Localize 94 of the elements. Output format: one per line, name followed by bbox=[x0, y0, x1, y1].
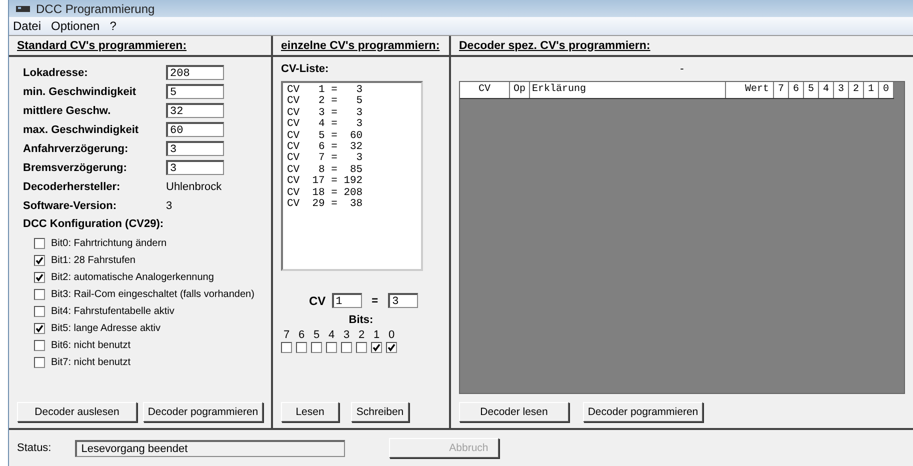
column-header[interactable]: 1 bbox=[864, 82, 879, 98]
checkbox-label: Bit6: nicht benutzt bbox=[51, 340, 130, 351]
info-label: Decoderhersteller: bbox=[22, 180, 122, 192]
input-field[interactable]: 60 bbox=[166, 122, 224, 137]
cv-value-field[interactable]: 3 bbox=[388, 293, 418, 308]
input-field[interactable]: 3 bbox=[166, 141, 224, 156]
checkbox[interactable] bbox=[34, 238, 45, 249]
status-label: Status: bbox=[17, 442, 52, 454]
bit-number: 3 bbox=[343, 329, 350, 341]
list-item[interactable]: CV 29 = 38 bbox=[287, 199, 417, 210]
info-label: Software-Version: bbox=[22, 200, 118, 212]
column-header[interactable]: 2 bbox=[849, 82, 864, 98]
status-field: Lesevorgang beendet bbox=[75, 440, 346, 456]
column-header[interactable]: 6 bbox=[789, 82, 804, 98]
decoder-name: - bbox=[679, 63, 685, 77]
info-value: Uhlenbrock bbox=[166, 180, 222, 192]
checkbox[interactable] bbox=[34, 357, 45, 368]
bit-number: 2 bbox=[358, 329, 365, 341]
action-button[interactable]: Lesen bbox=[281, 402, 339, 422]
section-heading: Decoder spez. CV's programmiern: bbox=[459, 40, 650, 52]
checkbox-label: Bit2: automatische Analogerkennung bbox=[51, 272, 214, 283]
column-header[interactable]: Erklärung bbox=[530, 82, 726, 98]
field-label: Lokadresse: bbox=[22, 66, 89, 78]
checkbox[interactable] bbox=[356, 342, 367, 353]
column-header[interactable]: Wert bbox=[726, 82, 774, 98]
bit-number: 5 bbox=[313, 329, 320, 341]
action-button[interactable]: Decoder lesen bbox=[459, 402, 569, 422]
checkbox-label: Bit4: Fahrstufentabelle aktiv bbox=[51, 306, 174, 317]
checkbox-label: Bit3: Rail-Com eingeschaltet (falls vorhanden) bbox=[51, 289, 254, 300]
list-item[interactable]: CV 5 = 60 bbox=[287, 130, 417, 142]
checkbox[interactable] bbox=[34, 289, 45, 300]
action-button[interactable]: Decoder pogrammieren bbox=[143, 402, 263, 422]
checkbox-label: Bit0: Fahrtrichtung ändern bbox=[51, 238, 167, 249]
column-header[interactable]: 4 bbox=[819, 82, 834, 98]
menu-item[interactable]: ? bbox=[110, 19, 116, 33]
checkbox[interactable] bbox=[326, 342, 337, 353]
checkbox[interactable] bbox=[371, 342, 382, 353]
field-label: min. Geschwindigkeit bbox=[22, 86, 138, 98]
window-title: DCC Programmierung bbox=[36, 2, 155, 16]
cv-number-field[interactable]: 1 bbox=[332, 293, 362, 308]
bit-number: 7 bbox=[283, 329, 290, 341]
list-item[interactable]: CV 2 = 5 bbox=[287, 96, 417, 108]
section-heading: Standard CV's programmieren: bbox=[17, 40, 187, 52]
checkbox-label: Bit5: lange Adresse aktiv bbox=[51, 323, 161, 334]
checkbox-label: Bit1: 28 Fahrstufen bbox=[51, 255, 136, 266]
checkbox-label: Bit7: nicht benutzt bbox=[51, 357, 130, 368]
column-header[interactable]: 7 bbox=[774, 82, 789, 98]
bits-label: Bits: bbox=[348, 314, 374, 326]
list-item[interactable]: CV 3 = 3 bbox=[287, 108, 417, 120]
field-label: mittlere Geschw. bbox=[22, 104, 112, 116]
checkbox[interactable] bbox=[386, 342, 397, 353]
action-button[interactable]: Decoder auslesen bbox=[17, 402, 137, 422]
action-button[interactable]: Schreiben bbox=[351, 402, 409, 422]
list-item[interactable]: CV 1 = 3 bbox=[287, 85, 417, 96]
list-item[interactable]: CV 17 = 192 bbox=[287, 176, 417, 188]
checkbox[interactable] bbox=[281, 342, 292, 353]
field-label: max. Geschwindigkeit bbox=[22, 124, 140, 136]
column-header[interactable]: 5 bbox=[804, 82, 819, 98]
list-item[interactable]: CV 18 = 208 bbox=[287, 188, 417, 200]
info-value: 3 bbox=[166, 200, 172, 212]
list-item[interactable]: CV 6 = 32 bbox=[287, 142, 417, 154]
menu-item[interactable]: Datei bbox=[13, 19, 42, 33]
list-item[interactable]: CV 7 = 3 bbox=[287, 153, 417, 165]
checkbox[interactable] bbox=[311, 342, 322, 353]
equals-sign: = bbox=[370, 294, 380, 306]
bit-number: 1 bbox=[373, 329, 380, 341]
cv-label: CV bbox=[309, 294, 326, 308]
input-field[interactable]: 208 bbox=[166, 65, 224, 80]
input-field[interactable]: 3 bbox=[166, 160, 224, 175]
column-header[interactable]: 3 bbox=[834, 82, 849, 98]
column-header[interactable]: CV bbox=[460, 82, 510, 98]
config-heading: DCC Konfiguration (CV29): bbox=[22, 218, 165, 232]
checkbox[interactable] bbox=[34, 306, 45, 317]
field-label: Bremsverzögerung: bbox=[22, 162, 128, 174]
action-button[interactable]: Decoder pogrammieren bbox=[583, 402, 703, 422]
column-header[interactable]: 0 bbox=[879, 82, 894, 98]
checkbox[interactable] bbox=[34, 272, 45, 283]
checkbox[interactable] bbox=[34, 255, 45, 266]
checkbox[interactable] bbox=[296, 342, 307, 353]
checkbox[interactable] bbox=[34, 323, 45, 334]
column-header[interactable]: Op bbox=[510, 82, 530, 98]
section-heading: einzelne CV's programmiern: bbox=[281, 40, 440, 52]
input-field[interactable]: 32 bbox=[166, 103, 224, 118]
input-field[interactable]: 5 bbox=[166, 84, 224, 99]
checkbox[interactable] bbox=[341, 342, 352, 353]
field-label: Anfahrverzögerung: bbox=[22, 142, 130, 154]
bit-number: 0 bbox=[388, 329, 395, 341]
bit-number: 4 bbox=[328, 329, 335, 341]
checkbox[interactable] bbox=[34, 340, 45, 351]
list-item[interactable]: CV 8 = 85 bbox=[287, 164, 417, 176]
bit-number: 6 bbox=[298, 329, 305, 341]
menu-item[interactable]: Optionen bbox=[51, 19, 100, 33]
list-item[interactable]: CV 4 = 3 bbox=[287, 119, 417, 131]
list-label: CV-Liste: bbox=[281, 63, 330, 75]
